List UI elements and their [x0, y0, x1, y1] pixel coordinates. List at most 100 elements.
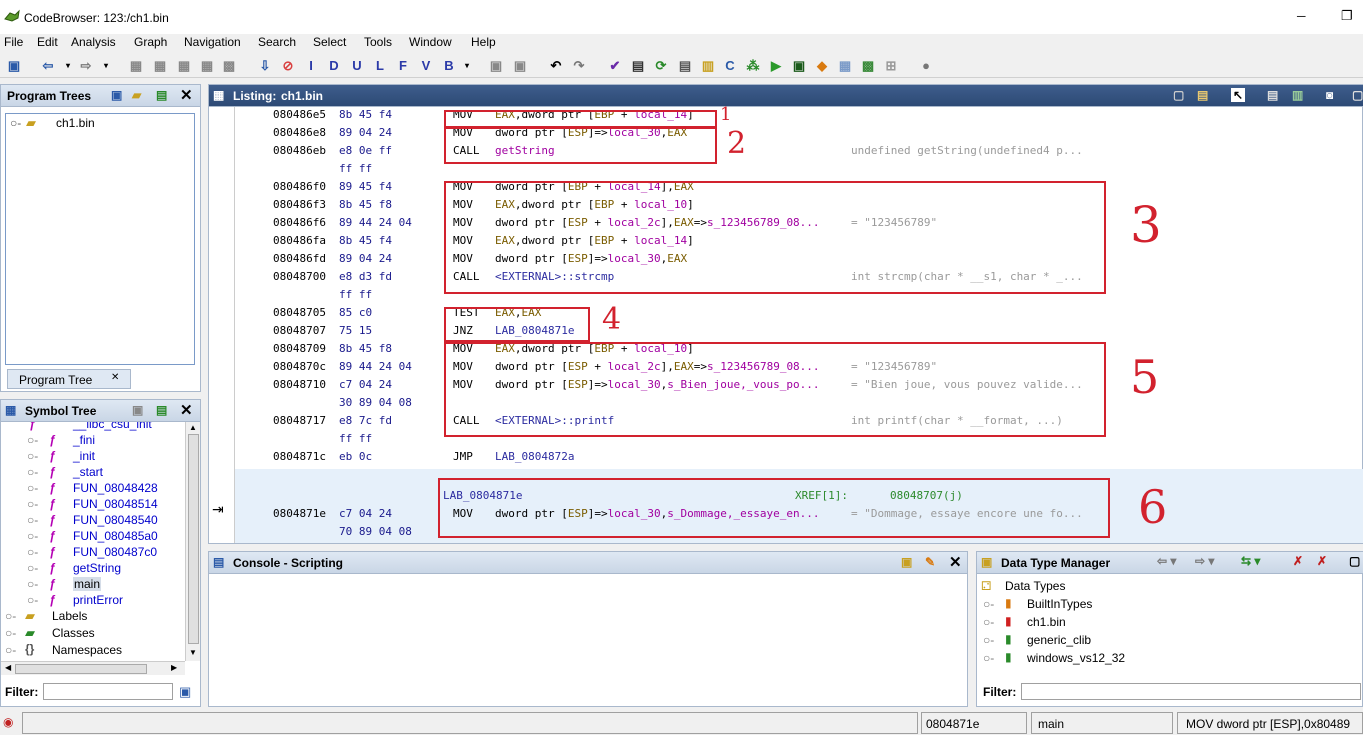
nav-label-icon[interactable]: ▦ [199, 58, 215, 74]
paste-icon[interactable]: ▤ [156, 88, 167, 102]
tool-b-icon[interactable]: ▣ [512, 58, 528, 74]
function-f-icon[interactable]: F [395, 58, 411, 74]
menu-help[interactable]: Help [471, 35, 496, 49]
scroll-hthumb[interactable] [15, 664, 147, 674]
memory-icon[interactable]: ▥ [700, 58, 716, 74]
datatype-item[interactable]: ch1.bin [1027, 615, 1066, 629]
expand-toggle-icon[interactable]: ○- [5, 609, 16, 623]
menu-navigation[interactable]: Navigation [184, 35, 241, 49]
new-tree-icon[interactable]: ▣ [111, 88, 122, 102]
dtm-menu-icon[interactable]: ▢ [1349, 554, 1360, 568]
chat-icon[interactable]: ● [918, 58, 934, 74]
variable-v-icon[interactable]: V [418, 58, 434, 74]
menu-analysis[interactable]: Analysis [71, 35, 116, 49]
symbol-vscrollbar[interactable]: ▲ ▼ [185, 422, 200, 661]
datatype-item[interactable]: generic_clib [1027, 633, 1091, 647]
expand-toggle-icon[interactable]: ○- [983, 633, 994, 647]
instruction-i-icon[interactable]: I [303, 58, 319, 74]
layout-icon[interactable]: ▤ [1267, 88, 1278, 102]
nav-prev-icon[interactable]: ▦ [128, 58, 144, 74]
stop-icon[interactable]: ⊘ [280, 58, 296, 74]
function-item[interactable]: getString [73, 561, 121, 575]
down-arrow-icon[interactable]: ⇩ [257, 58, 273, 74]
listing-address[interactable]: 08048707 [273, 324, 326, 337]
data-d-icon[interactable]: D [326, 58, 342, 74]
lock-icon[interactable]: ▣ [901, 555, 912, 569]
snapshot-icon[interactable]: ◙ [1326, 88, 1333, 102]
listing-address[interactable]: 080486fa [273, 234, 326, 247]
function-item[interactable]: FUN_080487c0 [73, 545, 157, 559]
function-item[interactable]: _init [73, 449, 95, 463]
tab-close-icon[interactable]: ✕ [111, 372, 119, 383]
function-item[interactable]: printError [73, 593, 123, 607]
forward-dropdown-icon[interactable]: ▾ [98, 58, 114, 74]
save-icon[interactable]: ▣ [6, 58, 22, 74]
table-icon[interactable]: ▦ [837, 58, 853, 74]
more-icon[interactable]: ▢ [1352, 88, 1363, 102]
scroll-thumb[interactable] [188, 434, 199, 644]
scroll-up-icon[interactable]: ▲ [189, 423, 197, 432]
cf-icon[interactable]: C [722, 58, 738, 74]
label-l-icon[interactable]: L [372, 58, 388, 74]
program-tree-tab[interactable]: Program Tree ✕ [7, 369, 131, 389]
listing-address[interactable]: 08048710 [273, 378, 326, 391]
nav-data-icon[interactable]: ▦ [152, 58, 168, 74]
decompile-icon[interactable]: ▣ [791, 58, 807, 74]
filter-pointers-icon[interactable]: ✗ [1317, 554, 1327, 568]
function-item[interactable]: main [73, 577, 102, 591]
menu-select[interactable]: Select [313, 35, 346, 49]
tool-a-icon[interactable]: ▣ [488, 58, 504, 74]
undefined-u-icon[interactable]: U [349, 58, 365, 74]
expand-toggle-icon[interactable]: ○- [10, 116, 21, 130]
function-graph-icon[interactable]: ⁂ [745, 58, 761, 74]
function-item[interactable]: FUN_080485a0 [73, 529, 158, 543]
copy-icon[interactable]: ▢ [1173, 88, 1184, 102]
minimize-button[interactable]: ─ [1297, 9, 1306, 23]
back-dropdown-icon[interactable]: ▾ [60, 58, 76, 74]
symbol-paste-icon[interactable]: ▤ [156, 403, 167, 417]
scroll-down-icon[interactable]: ▼ [189, 648, 197, 657]
run-icon[interactable]: ▶ [768, 58, 784, 74]
undo-icon[interactable]: ↶ [548, 58, 564, 74]
function-item[interactable]: _start [73, 465, 103, 479]
scroll-left-icon[interactable]: ◀ [5, 663, 11, 672]
symbol-filter-input[interactable] [43, 683, 173, 700]
open-folder-icon[interactable]: ▰ [132, 88, 141, 102]
refresh-icon[interactable]: ⟳ [653, 58, 669, 74]
menu-window[interactable]: Window [409, 35, 452, 49]
check-icon[interactable]: ✔ [607, 58, 623, 74]
labels-folder[interactable]: Labels [52, 609, 87, 623]
listing-operands[interactable]: LAB_0804872a [495, 450, 574, 463]
listing-address[interactable]: 080486e5 [273, 108, 326, 121]
listing-address[interactable]: 08048717 [273, 414, 326, 427]
datatype-item[interactable]: windows_vs12_32 [1027, 651, 1125, 665]
listing-address[interactable]: 08048705 [273, 306, 326, 319]
clear-icon[interactable]: ✎ [925, 555, 935, 569]
close-icon[interactable]: ✕ [180, 86, 193, 104]
datatype-item[interactable]: BuiltInTypes [1027, 597, 1092, 611]
operand-token[interactable]: LAB_0804872a [495, 450, 574, 463]
menu-graph[interactable]: Graph [134, 35, 167, 49]
filter-arrays-icon[interactable]: ✗ [1293, 554, 1303, 568]
expand-toggle-icon[interactable]: ○- [5, 643, 16, 657]
filter-options-icon[interactable]: ▣ [179, 684, 191, 700]
listing-address[interactable]: 0804870c [273, 360, 326, 373]
function-item[interactable]: FUN_08048428 [73, 481, 158, 495]
listing-address[interactable]: 080486f3 [273, 198, 326, 211]
b-dropdown-icon[interactable]: ▾ [459, 58, 475, 74]
menu-edit[interactable]: Edit [37, 35, 58, 49]
menu-tools[interactable]: Tools [364, 35, 392, 49]
close-icon[interactable]: ✕ [949, 553, 962, 571]
registers-icon[interactable]: ▤ [677, 58, 693, 74]
listing-address[interactable]: 08048700 [273, 270, 326, 283]
tree-icon[interactable]: ⊞ [883, 58, 899, 74]
cursor-icon[interactable]: ↖ [1231, 88, 1246, 102]
scroll-right-icon[interactable]: ▶ [171, 663, 177, 672]
listing-address[interactable]: 08048709 [273, 342, 326, 355]
expand-toggle-icon[interactable]: ○- [5, 626, 16, 640]
listing-address[interactable]: 080486f0 [273, 180, 326, 193]
nav-func-icon[interactable]: ▩ [221, 58, 237, 74]
data-types-root[interactable]: Data Types [1005, 579, 1065, 593]
expand-toggle-icon[interactable]: ○- [983, 597, 994, 611]
program-tree-root[interactable]: ch1.bin [56, 116, 95, 130]
